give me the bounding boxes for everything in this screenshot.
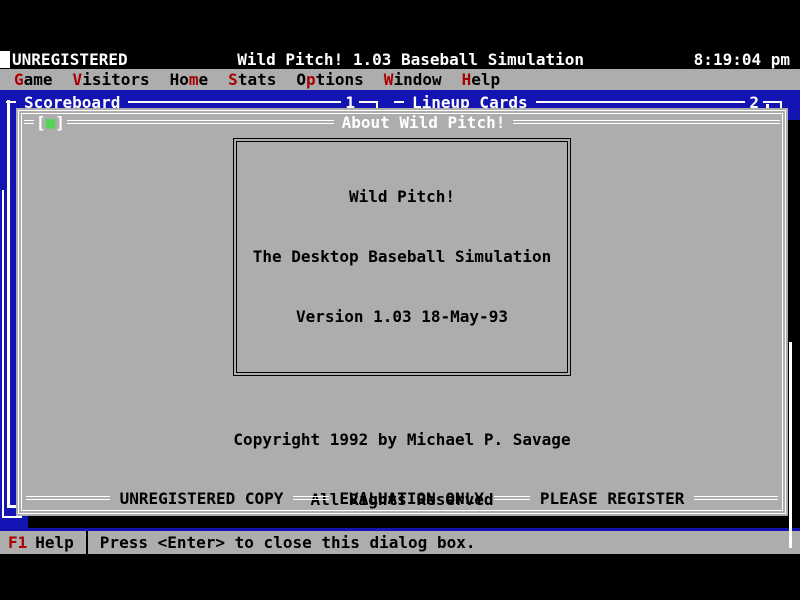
- footer-evaluation-only: EVALUATION ONLY: [329, 489, 494, 508]
- menu-item-window[interactable]: Window: [374, 70, 452, 89]
- program-version: Version 1.03 18-May-93: [253, 307, 552, 327]
- line-decoration: [67, 120, 334, 124]
- menu-item-game[interactable]: Game: [4, 70, 63, 89]
- program-name: Wild Pitch!: [253, 187, 552, 207]
- line-decoration: [494, 496, 530, 500]
- registration-info: To Register, send $25 in check or money …: [408, 570, 788, 600]
- close-button[interactable]: [■]: [34, 113, 67, 132]
- about-dialog: [■] About Wild Pitch! Wild Pitch! The De…: [16, 108, 788, 516]
- line-decoration: [293, 496, 329, 500]
- footer-unregistered-copy: UNREGISTERED COPY: [110, 489, 294, 508]
- line-decoration: [359, 101, 369, 103]
- line-decoration: [694, 496, 778, 500]
- line-decoration: [128, 101, 341, 103]
- window-border-fragment: [7, 100, 10, 508]
- desktop: Scoreboard 1 Lineup Cards 2 [■]: [0, 90, 800, 531]
- menu-item-home[interactable]: Home: [160, 70, 219, 89]
- footer-please-register: PLEASE REGISTER: [530, 489, 695, 508]
- dialog-title: About Wild Pitch!: [334, 113, 514, 132]
- line-decoration: [763, 101, 773, 103]
- app-title-bar: UNREGISTERED Wild Pitch! 1.03 Baseball S…: [0, 50, 800, 69]
- evaluation-text: This is an UNREGISTERED, EVALUATION ONLY…: [32, 570, 390, 600]
- menu-item-options[interactable]: Options: [286, 70, 373, 89]
- line-decoration: [513, 120, 780, 124]
- menu-bar: Game Visitors Home Stats Options Window …: [0, 69, 800, 90]
- menu-item-stats[interactable]: Stats: [218, 70, 286, 89]
- line-decoration: [24, 120, 34, 124]
- copyright-notice: Copyright 1992 by Michael P. Savage All …: [16, 390, 788, 550]
- clock: 8:19:04 pm: [694, 50, 790, 69]
- app-title: Wild Pitch! 1.03 Baseball Simulation: [128, 50, 694, 69]
- cursor-block: [0, 51, 10, 68]
- dialog-footer: UNREGISTERED COPY EVALUATION ONLY PLEASE…: [26, 488, 778, 508]
- dos-screen: UNREGISTERED Wild Pitch! 1.03 Baseball S…: [0, 0, 800, 600]
- close-icon: ■: [46, 113, 56, 132]
- registration-status-label: UNREGISTERED: [12, 50, 128, 69]
- dialog-title-bar: [■] About Wild Pitch!: [24, 112, 780, 132]
- dialog-body-columns: This is an UNREGISTERED, EVALUATION ONLY…: [16, 570, 788, 600]
- program-subtitle: The Desktop Baseball Simulation: [253, 247, 552, 267]
- line-decoration: [394, 101, 404, 103]
- line-decoration: [6, 101, 16, 103]
- window-border-fragment: [2, 190, 4, 516]
- program-info-box: Wild Pitch! The Desktop Baseball Simulat…: [233, 138, 572, 376]
- menu-item-visitors[interactable]: Visitors: [63, 70, 160, 89]
- line-decoration: [536, 101, 746, 103]
- menu-item-help[interactable]: Help: [452, 70, 511, 89]
- window-border-fragment: [789, 342, 792, 548]
- line-decoration: [26, 496, 110, 500]
